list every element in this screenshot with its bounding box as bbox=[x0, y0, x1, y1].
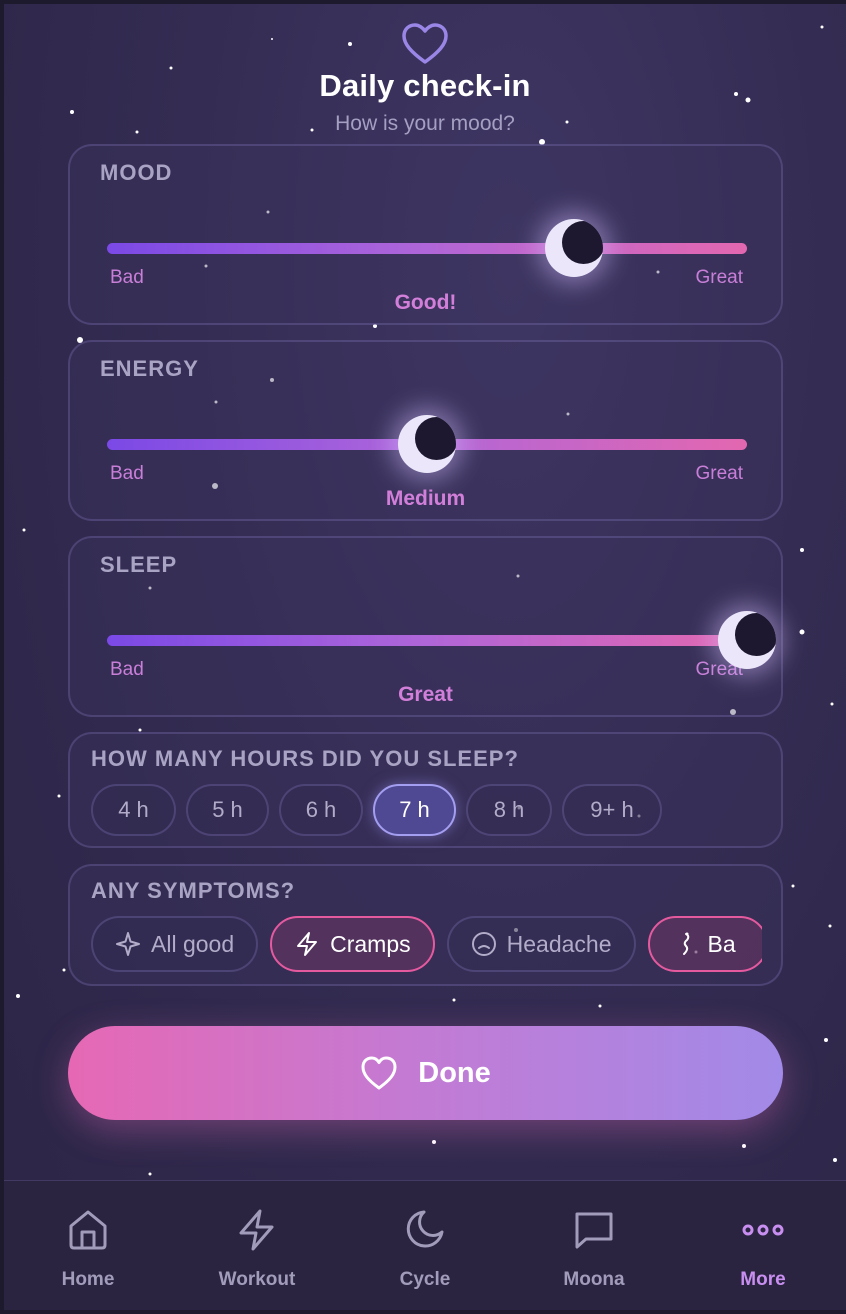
done-button-label: Done bbox=[418, 1056, 491, 1089]
sleep-card: SLEEP Bad Great Great bbox=[68, 536, 783, 717]
sleep-min-label: Bad bbox=[110, 659, 144, 680]
sleep-label: SLEEP bbox=[100, 552, 178, 577]
energy-label: ENERGY bbox=[100, 356, 199, 381]
symptom-chip-back-pain[interactable]: Ba bbox=[647, 916, 762, 972]
sleep-slider-thumb[interactable] bbox=[718, 611, 776, 669]
sleep-hours-label: HOW MANY HOURS DID YOU SLEEP? bbox=[91, 746, 519, 771]
nav-item-home[interactable]: Home bbox=[28, 1203, 148, 1291]
done-button[interactable]: Done bbox=[68, 1026, 783, 1120]
energy-max-label: Great bbox=[695, 463, 743, 484]
symptoms-card: ANY SYMPTOMS? All good Cramps Headache B… bbox=[68, 864, 783, 986]
symptom-chip-label: Ba bbox=[707, 930, 736, 957]
hours-chip-4[interactable]: 4 h bbox=[91, 784, 176, 836]
symptoms-label: ANY SYMPTOMS? bbox=[91, 878, 296, 903]
sleep-slider-track[interactable] bbox=[107, 635, 747, 646]
energy-value-label: Medium bbox=[385, 487, 466, 510]
sparkle-icon bbox=[116, 932, 140, 956]
energy-slider-thumb[interactable] bbox=[398, 415, 456, 473]
heart-icon bbox=[361, 1056, 397, 1090]
page-title: Daily check-in bbox=[319, 68, 531, 103]
nav-item-cycle[interactable]: Cycle bbox=[365, 1203, 485, 1291]
mood-card: MOOD Bad Great Good! bbox=[68, 144, 783, 325]
nav-item-moona[interactable]: Moona bbox=[534, 1203, 654, 1291]
hours-chip-8[interactable]: 8 h bbox=[466, 784, 552, 836]
symptom-chip-label: Headache bbox=[506, 930, 612, 957]
sleep-hours-options: 4 h 5 h 6 h 7 h 8 h 9+ h bbox=[91, 784, 662, 836]
chat-bubble-icon bbox=[575, 1212, 613, 1249]
symptom-chip-label: Cramps bbox=[330, 930, 411, 957]
hours-chip-5[interactable]: 5 h bbox=[186, 784, 269, 836]
lightning-icon bbox=[239, 1209, 274, 1251]
header: Daily check-in How is your mood? bbox=[4, 22, 846, 136]
daily-checkin-screen: Daily check-in How is your mood? MOOD Ba… bbox=[4, 4, 846, 1310]
nav-label-cycle: Cycle bbox=[399, 1269, 451, 1290]
home-icon bbox=[69, 1210, 107, 1250]
page-subtitle: How is your mood? bbox=[335, 112, 515, 135]
lightning-icon bbox=[297, 932, 318, 956]
symptom-chip-cramps[interactable]: Cramps bbox=[270, 916, 435, 972]
energy-min-label: Bad bbox=[110, 463, 144, 484]
mood-min-label: Bad bbox=[110, 267, 144, 288]
hours-chip-9-plus[interactable]: 9+ h bbox=[562, 784, 662, 836]
mood-value-label: Good! bbox=[394, 291, 457, 314]
more-dots-icon bbox=[742, 1224, 784, 1236]
nav-label-moona: Moona bbox=[563, 1269, 625, 1290]
symptom-chip-label: All good bbox=[151, 930, 235, 957]
symptom-chip-headache[interactable]: Headache bbox=[446, 916, 636, 972]
symptom-chip-all-good[interactable]: All good bbox=[91, 916, 259, 972]
frown-icon bbox=[471, 932, 496, 956]
mood-label: MOOD bbox=[100, 160, 173, 185]
sleep-value-label: Great bbox=[398, 683, 453, 706]
hours-chip-6[interactable]: 6 h bbox=[279, 784, 363, 836]
hours-chip-7[interactable]: 7 h bbox=[373, 784, 456, 836]
back-pain-icon bbox=[682, 932, 689, 955]
heart-icon bbox=[402, 23, 448, 64]
moon-icon bbox=[406, 1210, 444, 1248]
symptoms-options: All good Cramps Headache Ba bbox=[91, 916, 762, 974]
mood-slider-thumb[interactable] bbox=[545, 219, 604, 277]
mood-slider-track[interactable] bbox=[107, 243, 747, 254]
bottom-nav: Home Workout Cycle Moona More bbox=[4, 1180, 846, 1310]
energy-card: ENERGY Bad Great Medium bbox=[68, 340, 783, 521]
nav-label-home: Home bbox=[61, 1269, 115, 1290]
nav-label-workout: Workout bbox=[218, 1269, 296, 1290]
nav-label-more: More bbox=[740, 1269, 786, 1290]
sleep-hours-card: HOW MANY HOURS DID YOU SLEEP? 4 h 5 h 6 … bbox=[68, 732, 783, 848]
nav-item-workout[interactable]: Workout bbox=[197, 1203, 317, 1291]
mood-max-label: Great bbox=[695, 267, 743, 288]
nav-item-more[interactable]: More bbox=[703, 1203, 823, 1291]
